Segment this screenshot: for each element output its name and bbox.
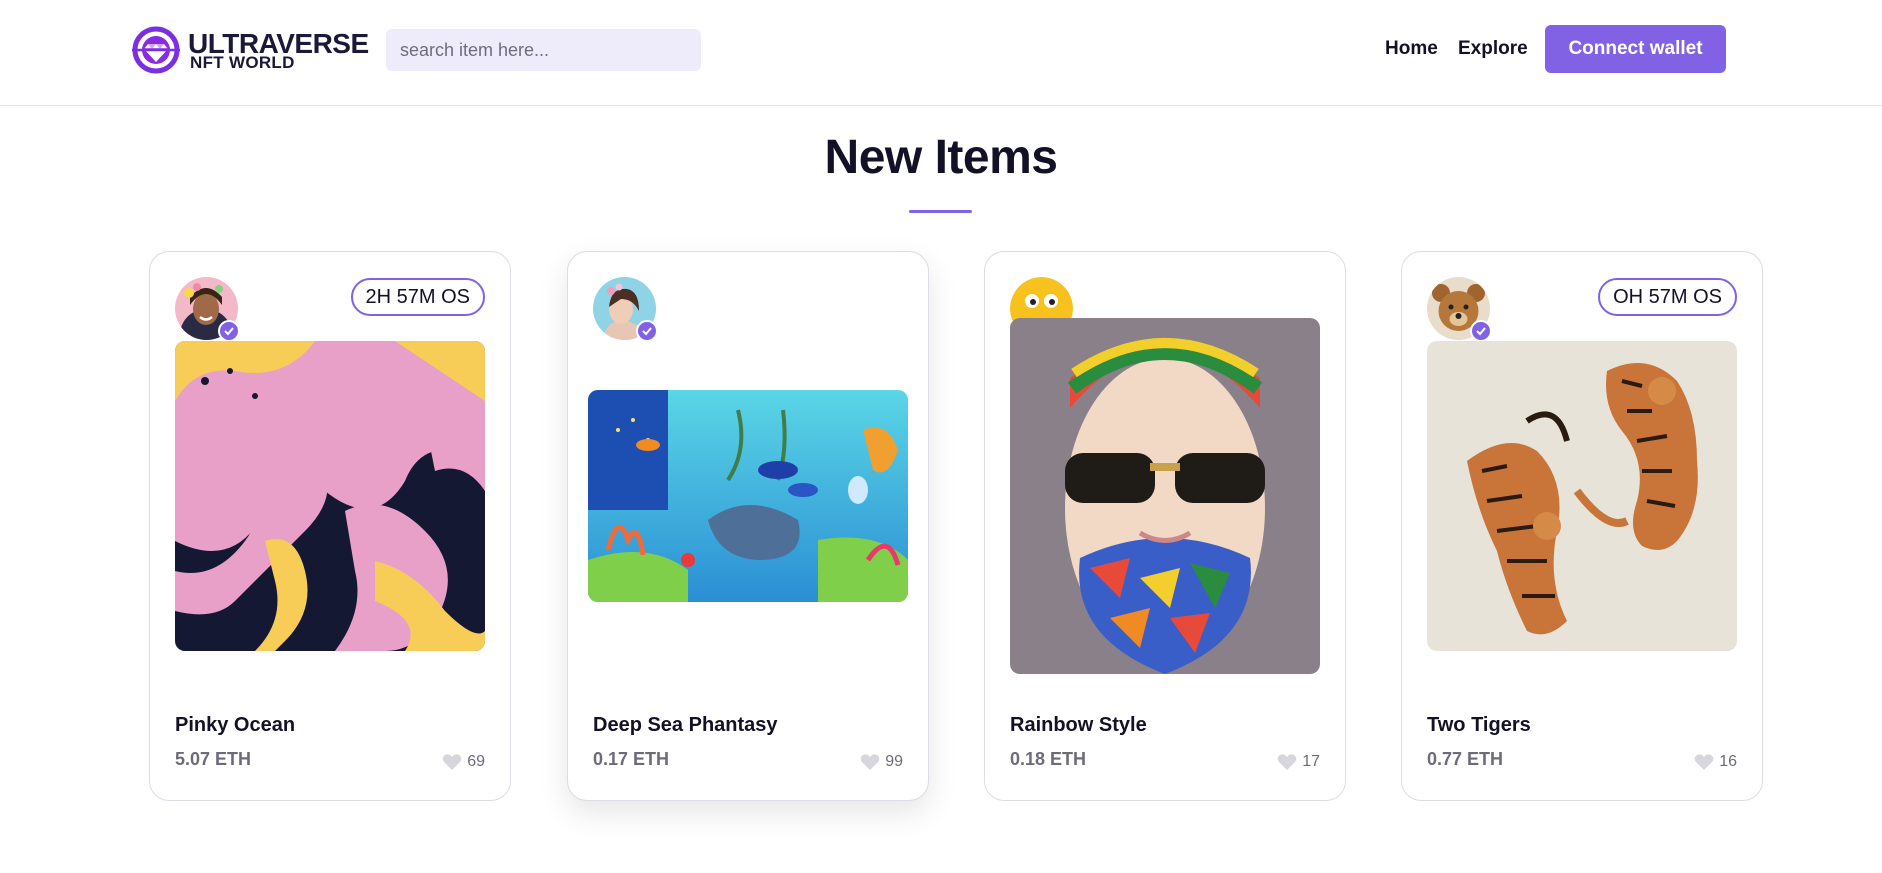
nft-card-two-tigers[interactable]: OH 57M OS Two Tigers 0.77 ETH 16	[1401, 251, 1763, 801]
creator-avatar[interactable]	[175, 277, 240, 342]
countdown-badge: 2H 57M OS	[350, 278, 485, 316]
nft-card-deep-sea-phantasy[interactable]: Deep Sea Phantasy 0.17 ETH 99	[567, 251, 929, 801]
like-count: 16	[1719, 753, 1737, 770]
nav-home-link[interactable]: Home	[1385, 38, 1438, 60]
item-price: 5.07 ETH	[175, 749, 252, 769]
nft-card-pinky-ocean[interactable]: 2H 57M OS Pinky Ocean 5.07 ETH 69	[149, 251, 511, 801]
item-name[interactable]: Pinky Ocean	[175, 714, 295, 737]
nft-artwork-image[interactable]	[1010, 318, 1320, 674]
title-underline	[909, 210, 972, 213]
item-price: 0.17 ETH	[593, 749, 670, 769]
site-header: ULTRAVERSE NFT WORLD Home Explore Connec…	[0, 0, 1882, 106]
item-name[interactable]: Rainbow Style	[1010, 714, 1147, 737]
creator-avatar[interactable]	[1427, 277, 1492, 342]
heart-icon[interactable]	[860, 753, 880, 771]
item-price: 0.77 ETH	[1427, 749, 1504, 769]
item-price: 0.18 ETH	[1010, 749, 1087, 769]
heart-icon[interactable]	[442, 753, 462, 771]
like-counter[interactable]: 99	[860, 753, 903, 771]
like-counter[interactable]: 16	[1694, 753, 1737, 771]
heart-icon[interactable]	[1694, 753, 1714, 771]
nft-card-rainbow-style[interactable]: Rainbow Style 0.18 ETH 17	[984, 251, 1346, 801]
countdown-badge: OH 57M OS	[1598, 278, 1737, 316]
logo-tagline: NFT WORLD	[190, 53, 295, 72]
section-title: New Items	[824, 131, 1058, 184]
heart-icon[interactable]	[1277, 753, 1297, 771]
nft-artwork-image[interactable]	[175, 341, 485, 651]
nft-artwork-image[interactable]	[588, 390, 908, 602]
ultraverse-logo[interactable]: ULTRAVERSE NFT WORLD	[130, 26, 369, 74]
like-count: 69	[467, 753, 485, 770]
verified-badge-icon	[218, 320, 240, 342]
item-name[interactable]: Deep Sea Phantasy	[593, 714, 778, 737]
diamond-logo-icon	[132, 26, 180, 74]
search-input[interactable]	[386, 29, 701, 71]
nav-explore-link[interactable]: Explore	[1458, 38, 1528, 60]
creator-avatar[interactable]	[593, 277, 658, 342]
verified-badge-icon	[636, 320, 658, 342]
like-counter[interactable]: 69	[442, 753, 485, 771]
nft-artwork-image[interactable]	[1427, 341, 1737, 651]
connect-wallet-button[interactable]: Connect wallet	[1545, 25, 1726, 73]
item-name[interactable]: Two Tigers	[1427, 714, 1531, 737]
verified-badge-icon	[1470, 320, 1492, 342]
like-count: 17	[1302, 753, 1320, 770]
like-count: 99	[885, 753, 903, 770]
like-counter[interactable]: 17	[1277, 753, 1320, 771]
